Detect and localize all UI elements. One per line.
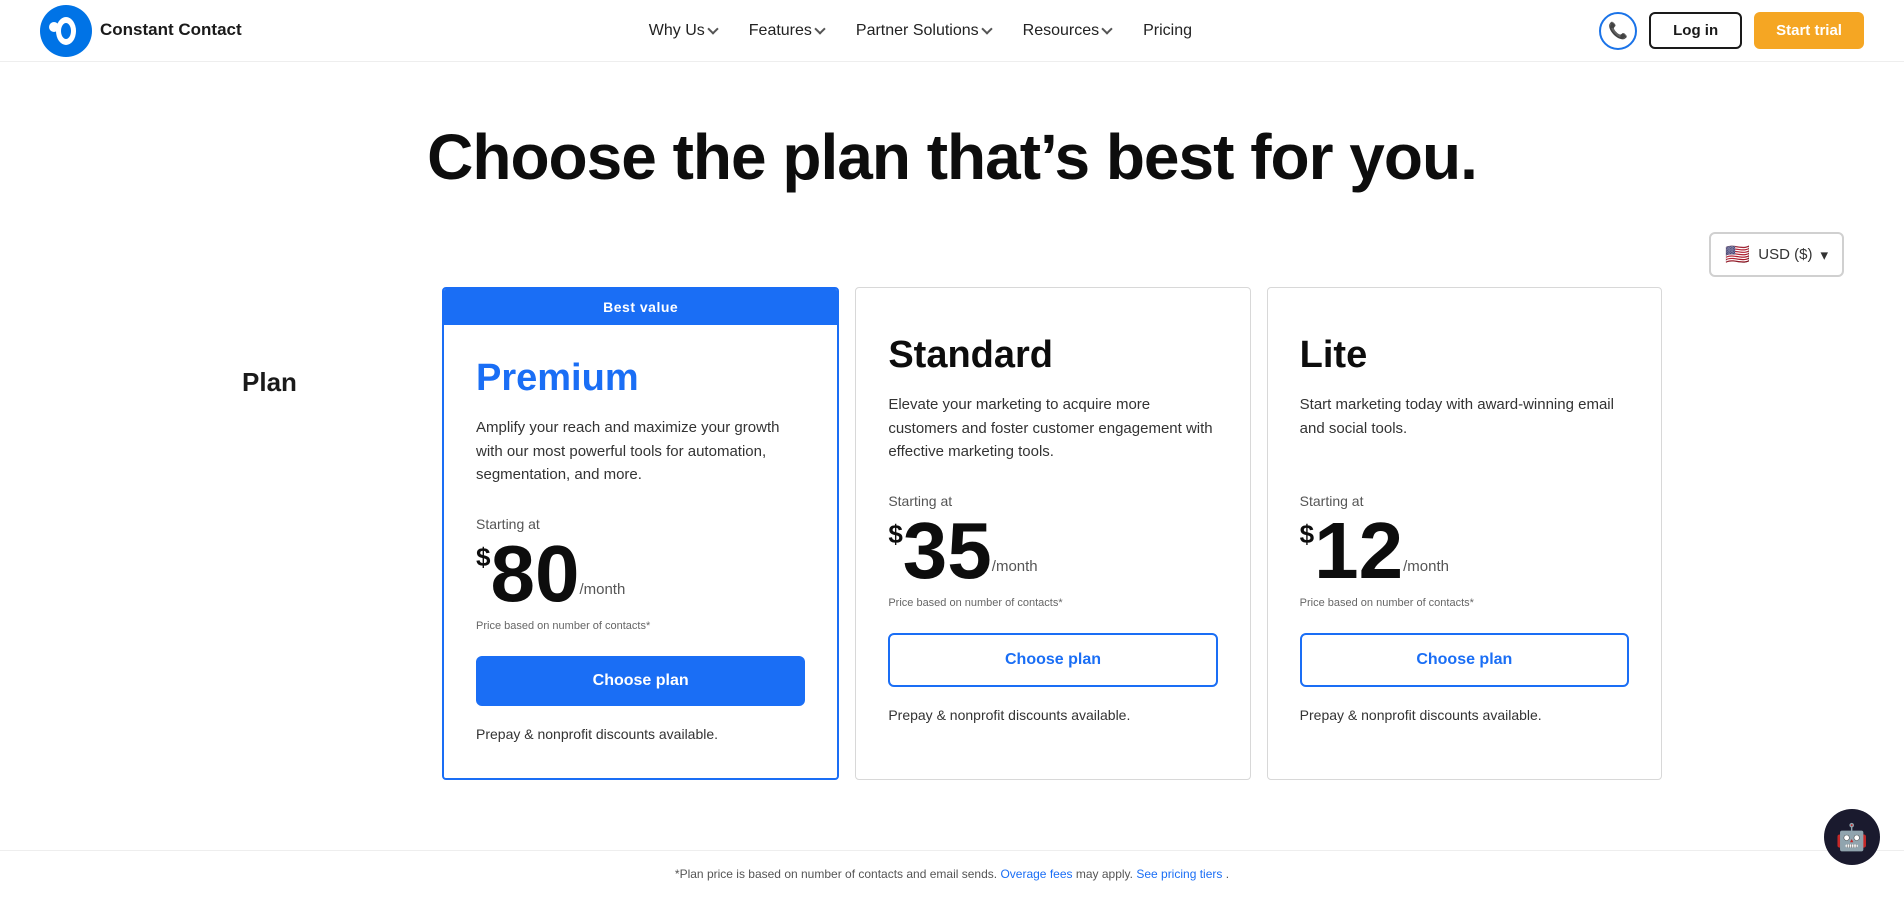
premium-price-period: /month: [579, 581, 625, 604]
lite-price-dollar: $: [1300, 519, 1314, 550]
premium-choose-plan-button[interactable]: Choose plan: [476, 656, 805, 706]
nav-links: Why Us Features Partner Solutions Resour…: [649, 22, 1192, 40]
brand-name: Constant Contact: [100, 21, 242, 40]
currency-label: USD ($): [1758, 246, 1812, 263]
footer-text-after: .: [1226, 867, 1229, 881]
premium-price-note: Price based on number of contacts*: [476, 620, 805, 632]
standard-price-number: 35: [903, 511, 992, 591]
lite-card-body: Lite Start marketing today with award-wi…: [1268, 288, 1661, 759]
footer-note: *Plan price is based on number of contac…: [0, 850, 1904, 911]
chat-bot-icon: 🤖: [1836, 822, 1868, 853]
login-button[interactable]: Log in: [1649, 12, 1742, 49]
chevron-down-icon: [981, 23, 992, 34]
standard-price-note: Price based on number of contacts*: [888, 597, 1217, 609]
standard-prepay-note: Prepay & nonprofit discounts available.: [888, 707, 1217, 723]
flag-icon: 🇺🇸: [1725, 242, 1750, 267]
premium-plan-desc: Amplify your reach and maximize your gro…: [476, 416, 805, 488]
standard-price-period: /month: [992, 558, 1038, 581]
plan-card-premium: Best value Premium Amplify your reach an…: [442, 287, 839, 780]
lite-plan-desc: Start marketing today with award-winning…: [1300, 393, 1629, 465]
plan-label-col: Plan: [242, 287, 442, 398]
lite-choose-plan-button[interactable]: Choose plan: [1300, 633, 1629, 687]
main-nav: Constant Contact Why Us Features Partner…: [0, 0, 1904, 62]
nav-resources[interactable]: Resources: [1023, 22, 1111, 40]
logo-icon: [40, 5, 92, 57]
standard-plan-desc: Elevate your marketing to acquire more c…: [888, 393, 1217, 465]
chevron-down-icon: [707, 23, 718, 34]
standard-choose-plan-button[interactable]: Choose plan: [888, 633, 1217, 687]
hero-title: Choose the plan that’s best for you.: [40, 122, 1864, 192]
nav-actions: 📞 Log in Start trial: [1599, 12, 1864, 50]
premium-price-number: 80: [490, 534, 579, 614]
phone-icon: 📞: [1608, 21, 1628, 41]
lite-plan-name: Lite: [1300, 334, 1629, 377]
plans-grid: Best value Premium Amplify your reach an…: [442, 287, 1662, 780]
lite-prepay-note: Prepay & nonprofit discounts available.: [1300, 707, 1629, 723]
currency-chevron: ▾: [1820, 246, 1828, 264]
premium-card-body: Premium Amplify your reach and maximize …: [444, 325, 837, 778]
standard-plan-name: Standard: [888, 334, 1217, 377]
footer-text-before: *Plan price is based on number of contac…: [675, 867, 997, 881]
nav-pricing[interactable]: Pricing: [1143, 22, 1192, 40]
premium-plan-name: Premium: [476, 357, 805, 400]
premium-price-row: $ 80 /month: [476, 534, 805, 614]
currency-selector[interactable]: 🇺🇸 USD ($) ▾: [1709, 232, 1844, 277]
standard-price-dollar: $: [888, 519, 902, 550]
chat-bot-button[interactable]: 🤖: [1824, 809, 1880, 865]
pricing-tiers-link[interactable]: See pricing tiers: [1136, 867, 1222, 881]
plan-card-lite: Lite Start marketing today with award-wi…: [1267, 287, 1662, 780]
standard-price-row: $ 35 /month: [888, 511, 1217, 591]
phone-button[interactable]: 📞: [1599, 12, 1637, 50]
nav-partner-solutions[interactable]: Partner Solutions: [856, 22, 991, 40]
premium-prepay-note: Prepay & nonprofit discounts available.: [476, 726, 805, 742]
overage-fees-link[interactable]: Overage fees: [1000, 867, 1072, 881]
plan-card-standard: Standard Elevate your marketing to acqui…: [855, 287, 1250, 780]
chevron-down-icon: [1101, 23, 1112, 34]
footer-text-middle: may apply.: [1076, 867, 1133, 881]
plan-column-label: Plan: [242, 367, 442, 398]
nav-why-us[interactable]: Why Us: [649, 22, 717, 40]
currency-bar: 🇺🇸 USD ($) ▾: [0, 222, 1904, 287]
best-value-banner: Best value: [444, 289, 837, 325]
nav-features[interactable]: Features: [749, 22, 824, 40]
lite-price-number: 12: [1314, 511, 1403, 591]
premium-price-dollar: $: [476, 542, 490, 573]
plans-section: Plan Best value Premium Amplify your rea…: [202, 287, 1702, 840]
start-trial-button[interactable]: Start trial: [1754, 12, 1864, 49]
chevron-down-icon: [814, 23, 825, 34]
lite-price-note: Price based on number of contacts*: [1300, 597, 1629, 609]
brand-logo[interactable]: Constant Contact: [40, 5, 242, 57]
hero-section: Choose the plan that’s best for you.: [0, 62, 1904, 222]
standard-card-body: Standard Elevate your marketing to acqui…: [856, 288, 1249, 759]
lite-price-period: /month: [1403, 558, 1449, 581]
lite-price-row: $ 12 /month: [1300, 511, 1629, 591]
